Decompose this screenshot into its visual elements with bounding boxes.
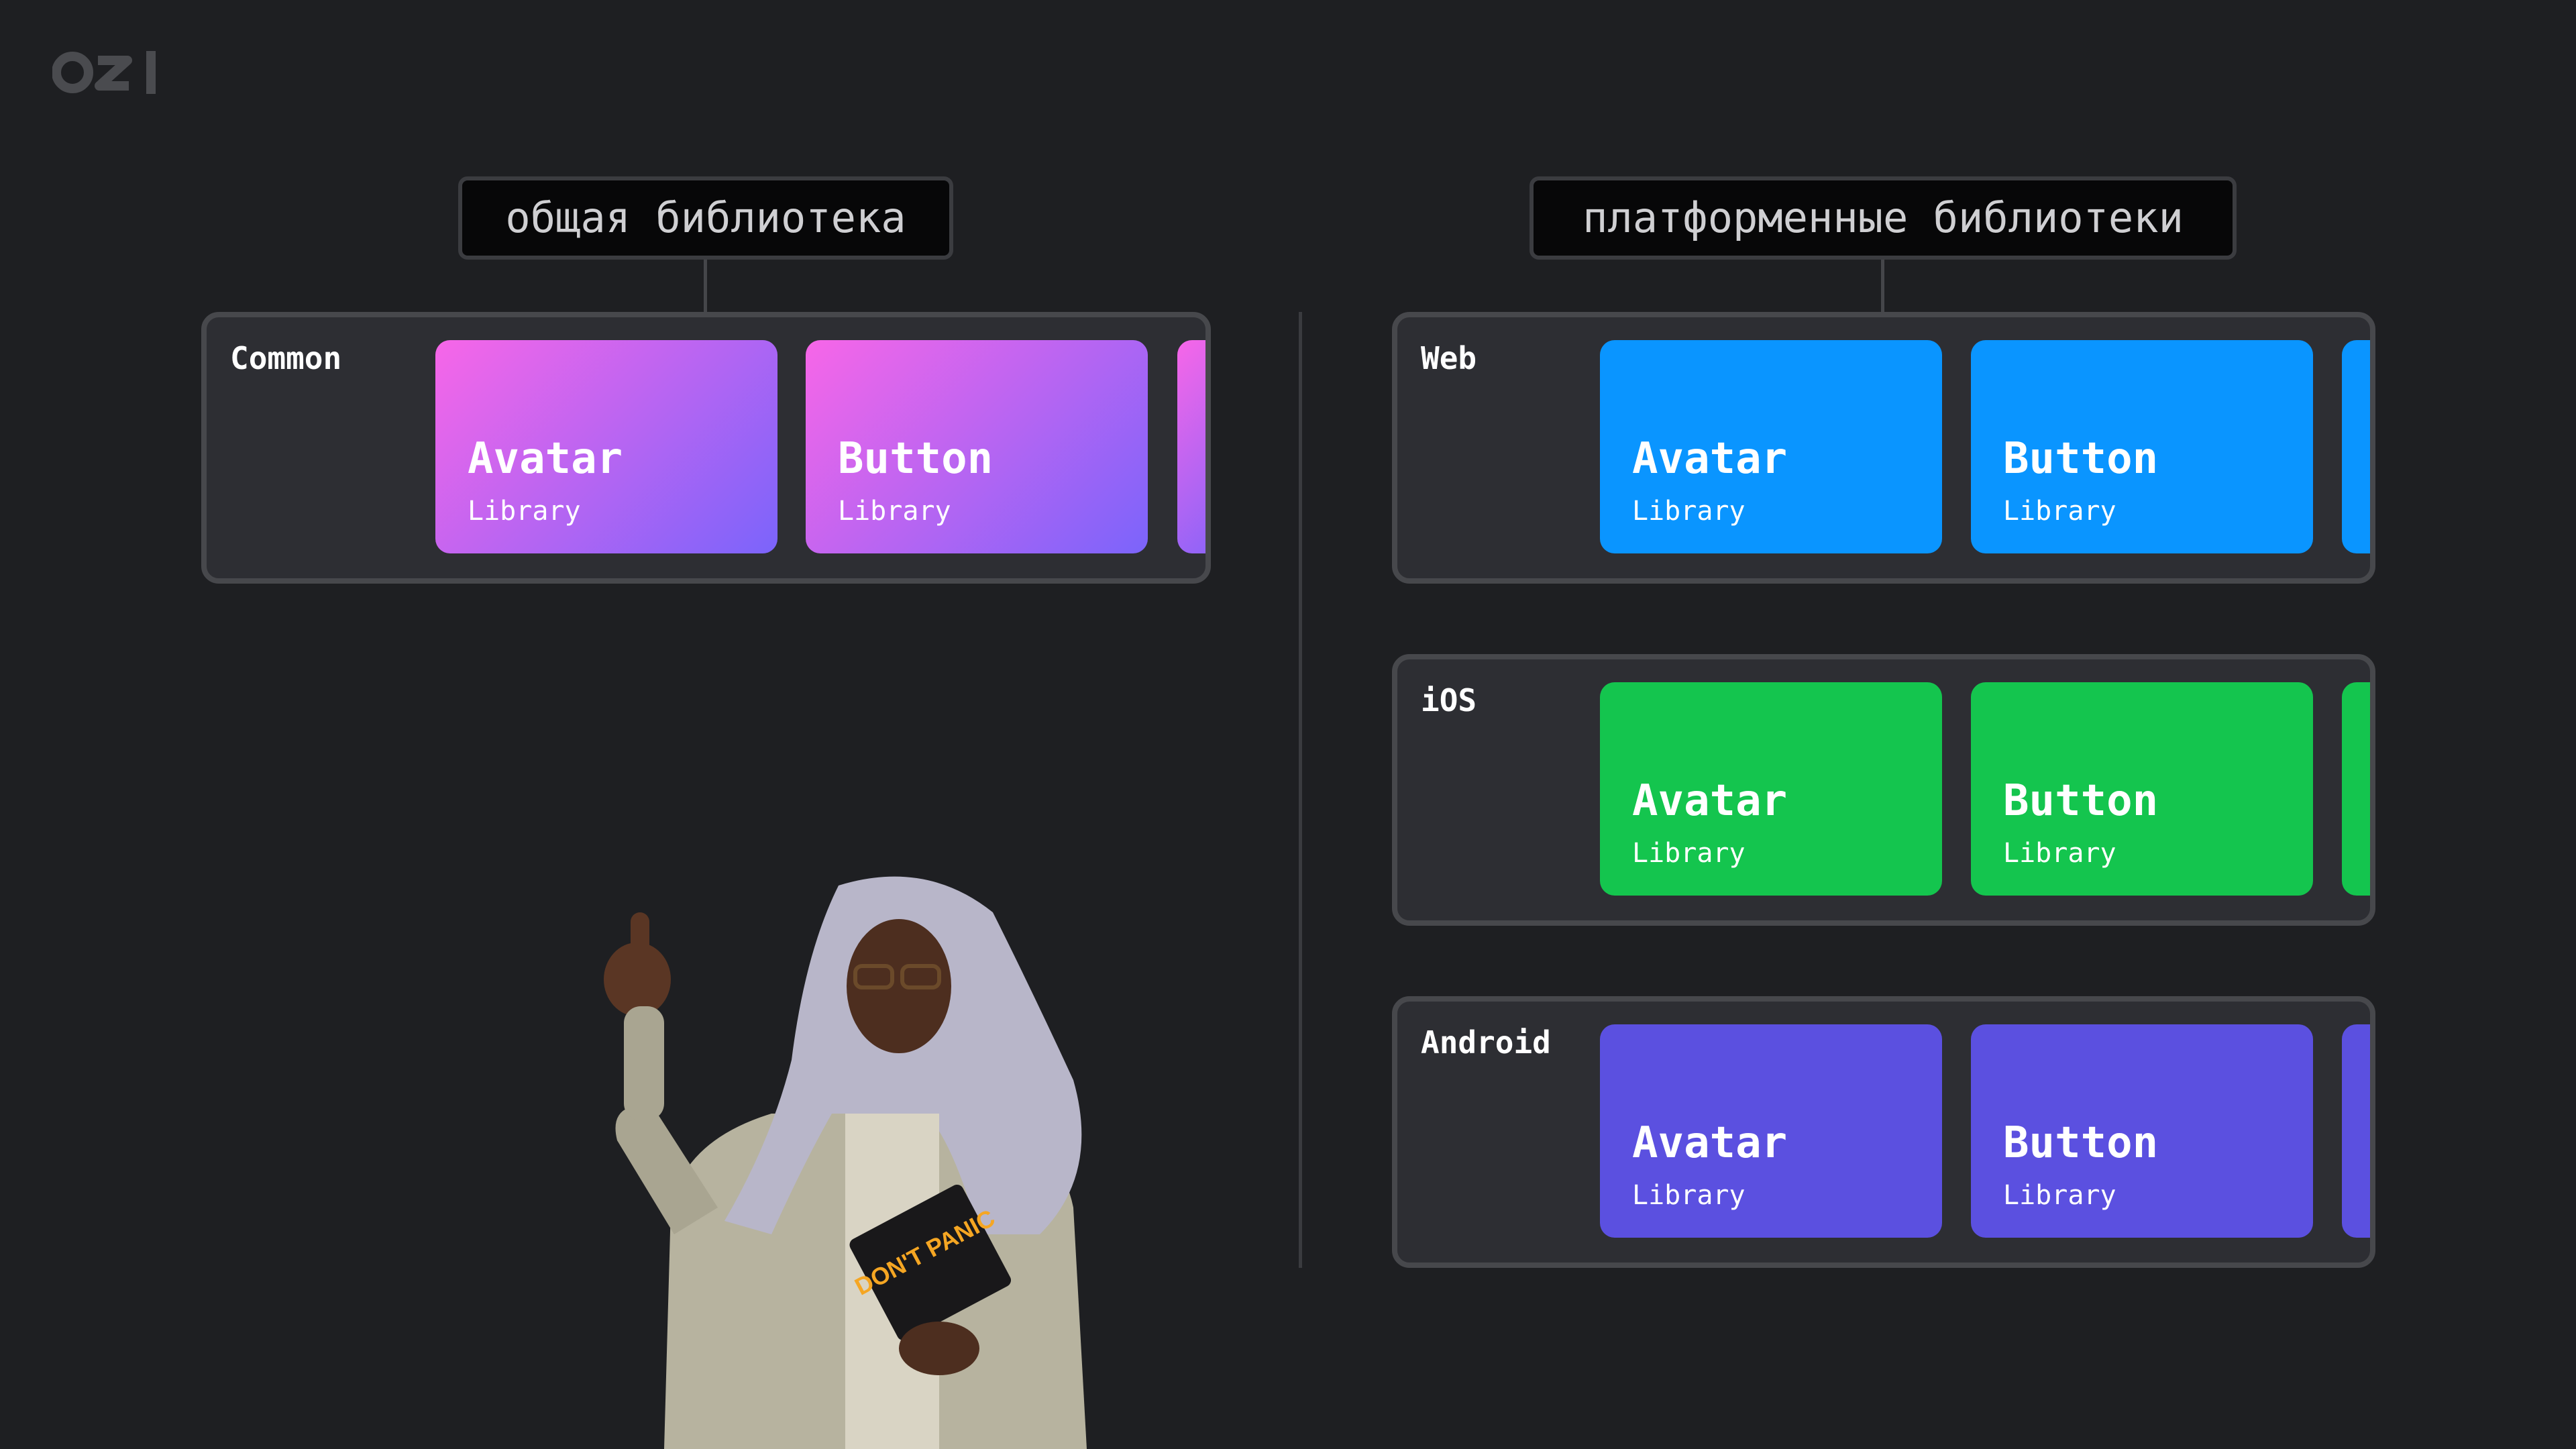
panel-ios: iOS Avatar Library Button Library bbox=[1392, 654, 2375, 926]
button-library-card[interactable]: Button Library bbox=[1971, 340, 2313, 553]
panel-name: iOS bbox=[1421, 682, 1477, 718]
card-title: Button bbox=[838, 434, 994, 484]
next-card-peek bbox=[2342, 1024, 2370, 1238]
panel-web: Web Avatar Library Button Library bbox=[1392, 312, 2375, 584]
card-subtitle: Library bbox=[2003, 838, 2116, 869]
card-subtitle: Library bbox=[838, 496, 951, 527]
next-card-peek bbox=[2342, 340, 2370, 553]
card-subtitle: Library bbox=[1632, 1180, 1746, 1211]
panel-common: Common Avatar Library Button Library bbox=[201, 312, 1211, 584]
next-card-peek bbox=[2342, 682, 2370, 896]
common-connector bbox=[704, 260, 707, 313]
card-subtitle: Library bbox=[468, 496, 581, 527]
common-library-label: общая библиотека bbox=[458, 176, 953, 260]
card-title: Avatar bbox=[1632, 776, 1788, 826]
card-subtitle: Library bbox=[1632, 838, 1746, 869]
card-title: Avatar bbox=[1632, 434, 1788, 484]
card-subtitle: Library bbox=[2003, 496, 2116, 527]
card-title: Avatar bbox=[468, 434, 623, 484]
avatar-library-card[interactable]: Avatar Library bbox=[1600, 340, 1942, 553]
avatar-library-card[interactable]: Avatar Library bbox=[1600, 682, 1942, 896]
panel-name: Android bbox=[1421, 1024, 1551, 1061]
card-title: Button bbox=[2003, 1118, 2159, 1168]
card-subtitle: Library bbox=[2003, 1180, 2116, 1211]
next-card-peek bbox=[1177, 340, 1205, 553]
platform-connector bbox=[1881, 260, 1884, 313]
ozi-logo bbox=[52, 51, 156, 94]
person-with-towel-illustration: DON'T PANIC bbox=[604, 876, 1087, 1449]
card-title: Button bbox=[2003, 776, 2159, 826]
panel-name: Common bbox=[230, 340, 342, 376]
card-title: Button bbox=[2003, 434, 2159, 484]
button-library-card[interactable]: Button Library bbox=[1971, 682, 2313, 896]
platform-libraries-label: платформенные библиотеки bbox=[1529, 176, 2237, 260]
card-title: Avatar bbox=[1632, 1118, 1788, 1168]
button-library-card[interactable]: Button Library bbox=[806, 340, 1148, 553]
panel-name: Web bbox=[1421, 340, 1477, 376]
avatar-library-card[interactable]: Avatar Library bbox=[435, 340, 777, 553]
card-subtitle: Library bbox=[1632, 496, 1746, 527]
button-library-card[interactable]: Button Library bbox=[1971, 1024, 2313, 1238]
panel-android: Android Avatar Library Button Library bbox=[1392, 996, 2375, 1268]
avatar-library-card[interactable]: Avatar Library bbox=[1600, 1024, 1942, 1238]
vertical-divider bbox=[1299, 312, 1302, 1268]
